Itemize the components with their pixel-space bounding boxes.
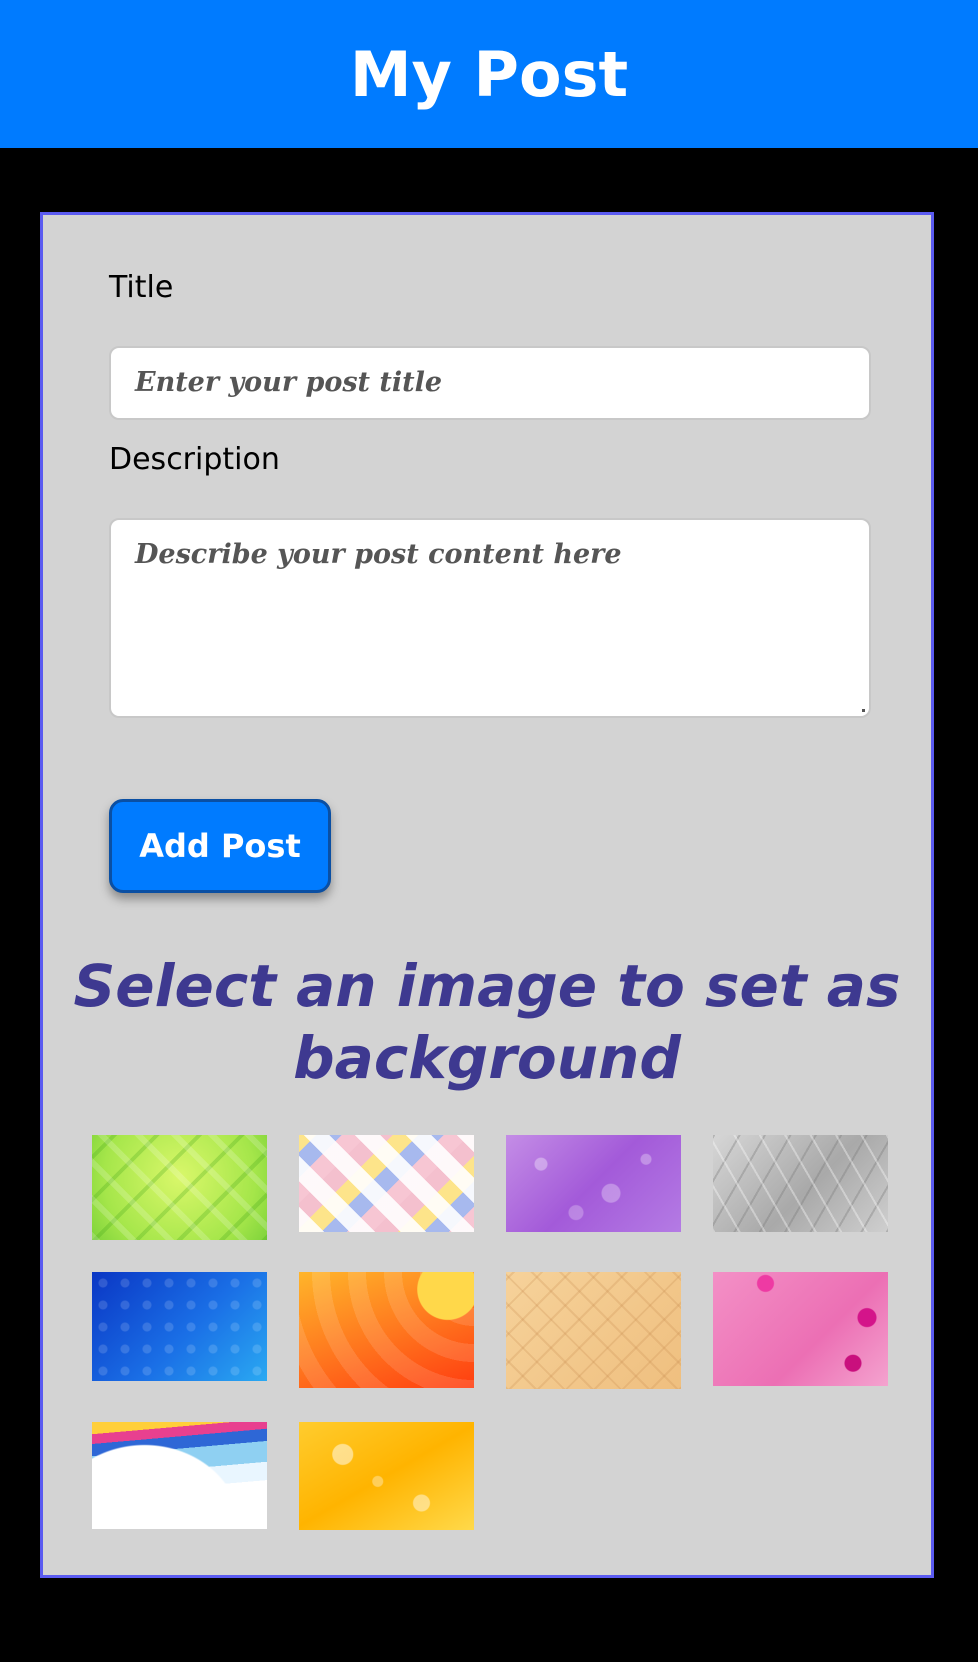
background-thumbnail-purple[interactable] bbox=[506, 1135, 681, 1232]
background-thumbnail-pink[interactable] bbox=[713, 1272, 888, 1386]
background-thumbnail-rainbow[interactable] bbox=[92, 1422, 267, 1529]
description-placeholder: Describe your post content here bbox=[135, 539, 622, 570]
description-label: Description bbox=[109, 442, 280, 477]
resize-handle-icon[interactable] bbox=[862, 709, 865, 712]
background-thumbnail-plaid[interactable] bbox=[299, 1135, 474, 1232]
description-textarea[interactable]: Describe your post content here bbox=[109, 518, 871, 718]
page-title: My Post bbox=[349, 37, 629, 111]
background-thumbnail-orange[interactable] bbox=[299, 1272, 474, 1388]
app-header: My Post bbox=[0, 0, 978, 148]
background-select-heading: Select an image to set as background bbox=[73, 952, 901, 1092]
background-thumbnail-gray[interactable] bbox=[713, 1135, 888, 1232]
title-label: Title bbox=[109, 270, 174, 305]
background-thumbnail-green[interactable] bbox=[92, 1135, 267, 1240]
background-thumbnail-blue[interactable] bbox=[92, 1272, 267, 1381]
background-thumbnail-yellow[interactable] bbox=[299, 1422, 474, 1530]
add-post-button[interactable]: Add Post bbox=[109, 799, 331, 893]
title-input[interactable]: Enter your post title bbox=[109, 346, 871, 420]
post-form-card: Title Enter your post title Description … bbox=[40, 212, 934, 1578]
background-thumbnail-beige[interactable] bbox=[506, 1272, 681, 1389]
